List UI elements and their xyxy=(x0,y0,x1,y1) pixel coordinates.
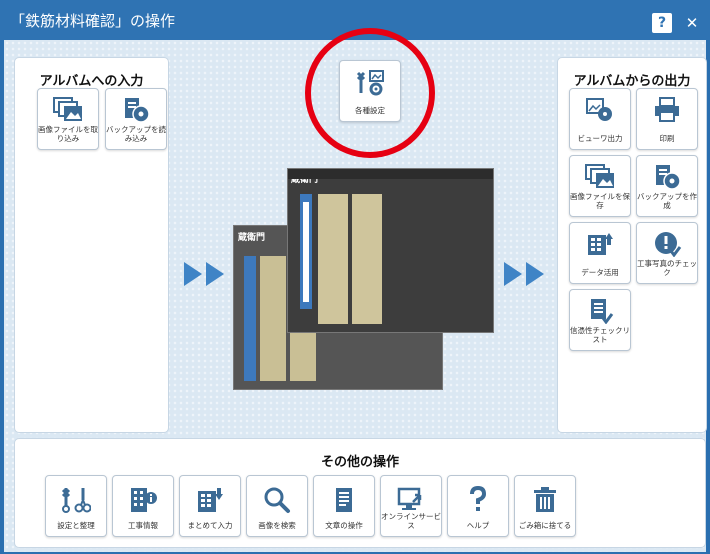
preview-logo-back: 蔵衛門 xyxy=(238,233,266,243)
construction-info-button[interactable]: 工事情報 xyxy=(112,475,174,537)
save-image-label: 画像ファイルを保存 xyxy=(570,192,630,210)
load-backup-label: バックアップを読み込み xyxy=(106,125,166,143)
viewer-output-button[interactable]: ビューワ出力 xyxy=(569,88,631,150)
search-icon xyxy=(264,487,290,513)
data-use-icon xyxy=(588,233,613,255)
album-preview-front: 蔵衛門 xyxy=(287,168,494,333)
photo-check-button[interactable]: 工事写真のチェック xyxy=(636,222,698,284)
print-label: 印刷 xyxy=(659,134,675,143)
arrow-right-2 xyxy=(526,262,544,286)
photo-check-icon xyxy=(655,232,682,257)
checklist-label: 信憑性チェックリスト xyxy=(570,326,630,344)
close-button[interactable]: ✕ xyxy=(682,13,702,33)
load-backup-button[interactable]: バックアップを読み込み xyxy=(105,88,167,150)
import-image-button[interactable]: 画像ファイルを取り込み xyxy=(37,88,99,150)
document-icon xyxy=(336,488,352,512)
printer-icon xyxy=(655,97,679,122)
backup-create-icon xyxy=(656,165,681,190)
window-title: 「鉄筋材料確認」の操作 xyxy=(10,12,176,30)
input-panel-title: アルバムへの入力 xyxy=(39,74,144,89)
online-service-button[interactable]: オンラインサービス xyxy=(380,475,442,537)
checklist-button[interactable]: 信憑性チェックリスト xyxy=(569,289,631,351)
batch-input-icon xyxy=(198,488,223,512)
other-panel-title: その他の操作 xyxy=(320,455,399,470)
batch-input-button[interactable]: まとめて入力 xyxy=(179,475,241,537)
construction-info-icon xyxy=(131,488,157,512)
help-menu-button[interactable]: ヘルプ xyxy=(447,475,509,537)
print-button[interactable]: 印刷 xyxy=(636,88,698,150)
search-image-label: 画像を検索 xyxy=(258,521,296,530)
preview-spine-back xyxy=(244,256,256,381)
photo-check-label: 工事写真のチェック xyxy=(637,259,697,277)
help-button[interactable]: ? xyxy=(652,13,672,33)
help-icon xyxy=(470,486,487,511)
online-service-label: オンラインサービス xyxy=(381,512,441,530)
document-operation-label: 文章の操作 xyxy=(325,521,363,530)
help-menu-label: ヘルプ xyxy=(466,521,490,530)
batch-input-label: まとめて入力 xyxy=(187,521,233,530)
viewer-output-label: ビューワ出力 xyxy=(577,134,623,143)
input-panel: アルバムへの入力 画像ファイルを取り込み バックアップを読み込み xyxy=(14,57,169,433)
checklist-icon xyxy=(591,299,614,324)
trash-icon xyxy=(534,487,556,512)
document-operation-button[interactable]: 文章の操作 xyxy=(313,475,375,537)
online-service-icon xyxy=(397,487,422,510)
image-import-icon xyxy=(53,97,82,121)
trash-label: ごみ箱に捨てる xyxy=(518,521,572,530)
viewer-output-icon xyxy=(586,98,612,121)
save-image-button[interactable]: 画像ファイルを保存 xyxy=(569,155,631,217)
output-panel: アルバムからの出力 ビューワ出力 印刷 画像ファイルを保存 バックアップを作成 … xyxy=(557,57,707,433)
arrow-right-1 xyxy=(504,262,522,286)
preview-spine-front xyxy=(300,194,312,309)
other-panel: その他の操作 設定と整理 工事情報 まとめて入力 画像を検索 文章の操作 オンラ… xyxy=(14,438,706,548)
settings-organize-label: 設定と整理 xyxy=(57,521,95,530)
arrow-left-1 xyxy=(184,262,202,286)
data-use-button[interactable]: データ活用 xyxy=(569,222,631,284)
tools-icon xyxy=(61,488,91,513)
import-image-label: 画像ファイルを取り込み xyxy=(38,125,98,143)
trash-button[interactable]: ごみ箱に捨てる xyxy=(514,475,576,537)
backup-load-icon xyxy=(125,98,150,123)
output-panel-title: アルバムからの出力 xyxy=(573,74,691,89)
data-use-label: データ活用 xyxy=(581,268,619,277)
construction-info-label: 工事情報 xyxy=(128,521,158,530)
highlight-circle xyxy=(305,28,435,158)
arrow-left-2 xyxy=(206,262,224,286)
image-save-icon xyxy=(585,164,614,188)
create-backup-label: バックアップを作成 xyxy=(637,192,697,210)
create-backup-button[interactable]: バックアップを作成 xyxy=(636,155,698,217)
settings-organize-button[interactable]: 設定と整理 xyxy=(45,475,107,537)
main-area: アルバムへの入力 画像ファイルを取り込み バックアップを読み込み 各種設定 蔵衛… xyxy=(4,28,707,552)
search-image-button[interactable]: 画像を検索 xyxy=(246,475,308,537)
